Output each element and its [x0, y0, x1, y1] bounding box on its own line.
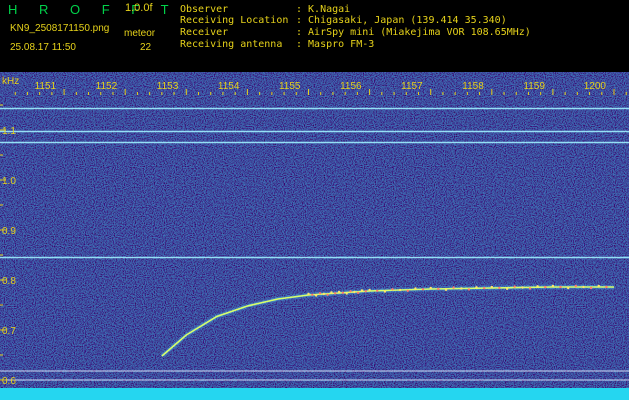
observer-label: Observer: [180, 4, 229, 15]
trace-speckle: [505, 287, 509, 290]
trace-speckle: [349, 290, 352, 293]
y-tick-label: 1.0: [2, 176, 16, 187]
trace-speckle: [483, 286, 486, 290]
trace-speckle: [475, 286, 478, 289]
antenna-value: : Maspro FM-3: [296, 39, 375, 50]
trace-speckle: [337, 290, 341, 294]
trace-speckle: [398, 288, 402, 292]
y-tick-label: 0.9: [2, 226, 16, 237]
trace-speckle: [528, 287, 532, 290]
y-tick-label: 0.8: [2, 276, 16, 287]
trace-speckle: [460, 287, 463, 290]
trace-speckle: [559, 285, 562, 289]
trace-speckle: [368, 288, 371, 292]
trace-speckle: [356, 291, 360, 294]
trace-speckle: [444, 288, 448, 291]
trace-speckle: [429, 286, 432, 290]
trace-speckle: [341, 291, 345, 294]
trace-speckle: [314, 294, 318, 297]
trace-speckle: [330, 291, 333, 294]
observer-value: : K.Nagai: [296, 4, 351, 15]
trace-speckle: [360, 289, 364, 292]
trace-speckle: [490, 285, 493, 289]
trace-speckle: [597, 284, 600, 288]
header-panel: H R O F F T 1.0.0f KN9_2508171150.png me…: [0, 0, 629, 72]
spectrogram-plot: 1151 1152 1153 1154 1155 1156 1157 1158 1159 1200…: [0, 72, 629, 400]
trace-speckle: [605, 285, 608, 289]
receiver-label: Receiver: [180, 27, 229, 38]
bottom-band: [0, 388, 629, 400]
y-tick-label: 0.7: [2, 326, 16, 337]
trace-speckle: [574, 284, 577, 288]
y-tick-label: 0.6: [2, 376, 16, 387]
meteor-count: 22: [140, 42, 152, 53]
trace-speckle: [467, 288, 471, 291]
trace-speckle: [391, 288, 394, 291]
x-tick-label: 1157: [401, 81, 423, 92]
x-tick-label: 1154: [218, 81, 240, 92]
trace-speckle: [544, 285, 547, 289]
trace-speckle: [551, 284, 555, 288]
trace-speckle: [521, 286, 524, 289]
file-name: KN9_2508171150.png: [10, 23, 110, 34]
x-tick-label: 1156: [340, 81, 362, 92]
trace-speckle: [498, 286, 501, 290]
meteor-label: meteor: [124, 28, 156, 39]
y-unit-label: kHz: [2, 76, 19, 87]
app-version: 1.0.0f: [125, 2, 153, 14]
trace-speckle: [513, 285, 516, 288]
trace-speckle: [307, 292, 310, 296]
trace-speckle: [364, 290, 367, 293]
trace-speckle: [334, 292, 337, 295]
location-label: Receiving Location: [180, 15, 289, 26]
x-tick-label: 1200: [584, 81, 607, 92]
trace-speckle: [437, 287, 440, 291]
antenna-label: Receiving antenna: [180, 39, 283, 50]
y-tick-label: 1.1: [2, 126, 16, 137]
trace-speckle: [582, 285, 585, 289]
date-time: 25.08.17 11:50: [10, 42, 76, 53]
trace-speckle: [452, 286, 455, 289]
trace-speckle: [353, 290, 356, 294]
trace-speckle: [383, 290, 387, 293]
x-tick-label: 1155: [279, 81, 301, 92]
trace-speckle: [376, 289, 379, 292]
trace-speckle: [326, 293, 329, 296]
trace-speckle: [567, 286, 570, 290]
trace-speckle: [322, 292, 325, 296]
trace-speckle: [318, 292, 322, 295]
trace-speckle: [345, 292, 348, 295]
trace-speckle: [536, 285, 539, 288]
x-tick-label: 1158: [462, 81, 484, 92]
trace-speckle: [421, 288, 425, 291]
x-tick-label: 1151: [35, 81, 57, 92]
spectrogram: 1151 1152 1153 1154 1155 1156 1157 1158 1159 1200…: [0, 72, 629, 400]
location-value: : Chigasaki, Japan (139.414 35.340): [296, 15, 507, 26]
trace-speckle: [414, 287, 417, 290]
receiver-value: : AirSpy mini (Miakejima VOR 108.65MHz): [296, 27, 531, 38]
x-tick-label: 1152: [96, 81, 118, 92]
trace-speckle: [311, 293, 314, 296]
x-tick-label: 1159: [523, 81, 545, 92]
x-tick-label: 1153: [157, 81, 179, 92]
noise-texture: [0, 72, 629, 400]
trace-speckle: [406, 289, 409, 292]
trace-speckle: [589, 286, 593, 290]
